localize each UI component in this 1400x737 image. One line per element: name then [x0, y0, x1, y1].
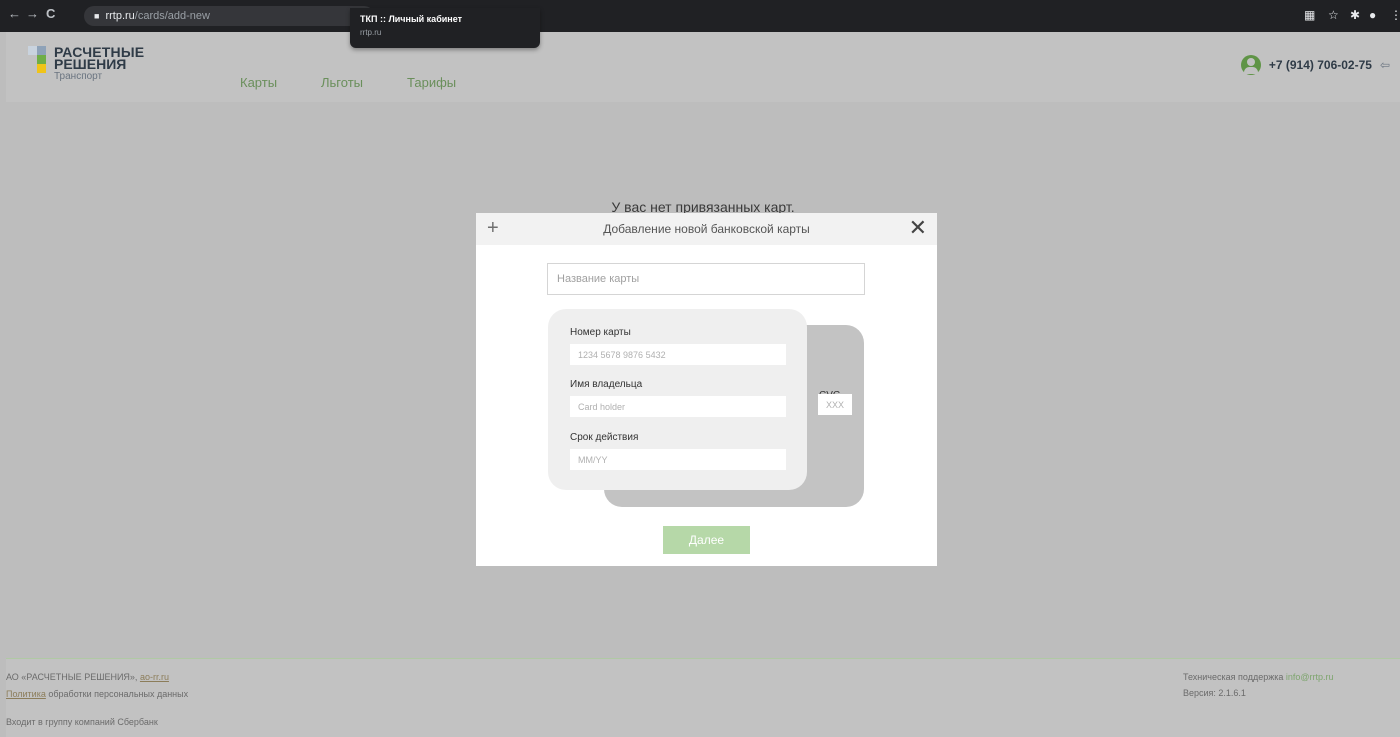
logo-line3: Транспорт: [54, 71, 103, 82]
browser-chrome: ← → C ■ rrtp.ru/cards/add-new ТКП :: Личн…: [0, 0, 1400, 48]
profile-icon[interactable]: ●: [1369, 8, 1376, 22]
logo-mark-square: [37, 55, 46, 64]
extensions-icon[interactable]: ✱: [1350, 8, 1360, 22]
footer-policy: Политика обработки персональных данных: [6, 689, 188, 699]
nav-benefits[interactable]: Льготы: [321, 75, 363, 90]
close-icon[interactable]: ✕: [909, 217, 927, 239]
expiry-label: Срок действия: [570, 432, 639, 443]
card-number-input[interactable]: [570, 344, 786, 365]
tab-title: ТКП :: Личный кабинет: [360, 14, 463, 24]
forward-icon[interactable]: →: [26, 6, 39, 21]
site-header: РАСЧЕТНЫЕ РЕШЕНИЯ Транспорт Карты Льготы…: [6, 32, 1400, 102]
card-number-label: Номер карты: [570, 327, 631, 338]
lock-icon: ■: [94, 11, 100, 21]
footer-company: АО «РАСЧЕТНЫЕ РЕШЕНИЯ», ao-rr.ru: [6, 672, 169, 682]
cvc-input[interactable]: [818, 394, 852, 415]
company-link[interactable]: ao-rr.ru: [140, 672, 169, 682]
browser-menu-icon[interactable]: ⋮: [1390, 8, 1400, 22]
policy-text: обработки персональных данных: [48, 689, 189, 699]
nav-tariffs[interactable]: Тарифы: [407, 75, 456, 90]
support-label: Техническая поддержка: [1183, 672, 1284, 682]
policy-link[interactable]: Политика: [6, 689, 46, 699]
holder-label: Имя владельца: [570, 379, 643, 390]
tab-tooltip: ТКП :: Личный кабинет rrtp.ru: [350, 8, 540, 48]
next-button[interactable]: Далее: [663, 526, 750, 554]
avatar[interactable]: [1240, 55, 1261, 75]
expiry-input[interactable]: [570, 449, 786, 470]
logo-mark: [28, 46, 37, 55]
footer-version: Версия: 2.1.6.1: [1183, 688, 1246, 698]
url-path: /cards/add-new: [134, 10, 210, 22]
user-block: +7 (914) 706-02-75 ⇦: [1240, 54, 1390, 76]
logout-icon[interactable]: ⇦: [1380, 58, 1390, 72]
support-email[interactable]: info@rrtp.ru: [1286, 672, 1334, 682]
bookmark-star-icon[interactable]: ☆: [1328, 8, 1339, 22]
tab-subtitle: rrtp.ru: [360, 28, 382, 37]
site-footer: АО «РАСЧЕТНЫЕ РЕШЕНИЯ», ao-rr.ru Политик…: [6, 658, 1400, 737]
url-host: rrtp.ru: [105, 10, 135, 22]
user-phone[interactable]: +7 (914) 706-02-75: [1269, 58, 1372, 72]
card-front: Номер карты Имя владельца Срок действия: [548, 309, 807, 490]
translate-icon[interactable]: ▦: [1304, 8, 1315, 22]
card-name-input[interactable]: [547, 263, 865, 295]
footer-group: Входит в группу компаний Сбербанк: [6, 717, 158, 727]
add-card-modal: + Добавление новой банковской карты ✕ CV…: [476, 213, 937, 566]
holder-input[interactable]: [570, 396, 786, 417]
logo[interactable]: РАСЧЕТНЫЕ РЕШЕНИЯ Транспорт: [28, 44, 168, 82]
logo-mark-square: [37, 64, 46, 73]
address-bar[interactable]: ■ rrtp.ru/cards/add-new: [84, 6, 374, 26]
footer-support: Техническая поддержка info@rrtp.ru: [1183, 672, 1334, 682]
modal-title: Добавление новой банковской карты: [603, 222, 810, 236]
nav-cards[interactable]: Карты: [240, 75, 277, 90]
logo-mark-square: [37, 46, 46, 55]
company-name: АО «РАСЧЕТНЫЕ РЕШЕНИЯ»,: [6, 672, 138, 682]
logo-line2: РЕШЕНИЯ: [54, 56, 127, 72]
reload-icon[interactable]: C: [46, 6, 55, 21]
back-icon[interactable]: ←: [8, 6, 21, 21]
modal-header: + Добавление новой банковской карты ✕: [476, 213, 937, 245]
